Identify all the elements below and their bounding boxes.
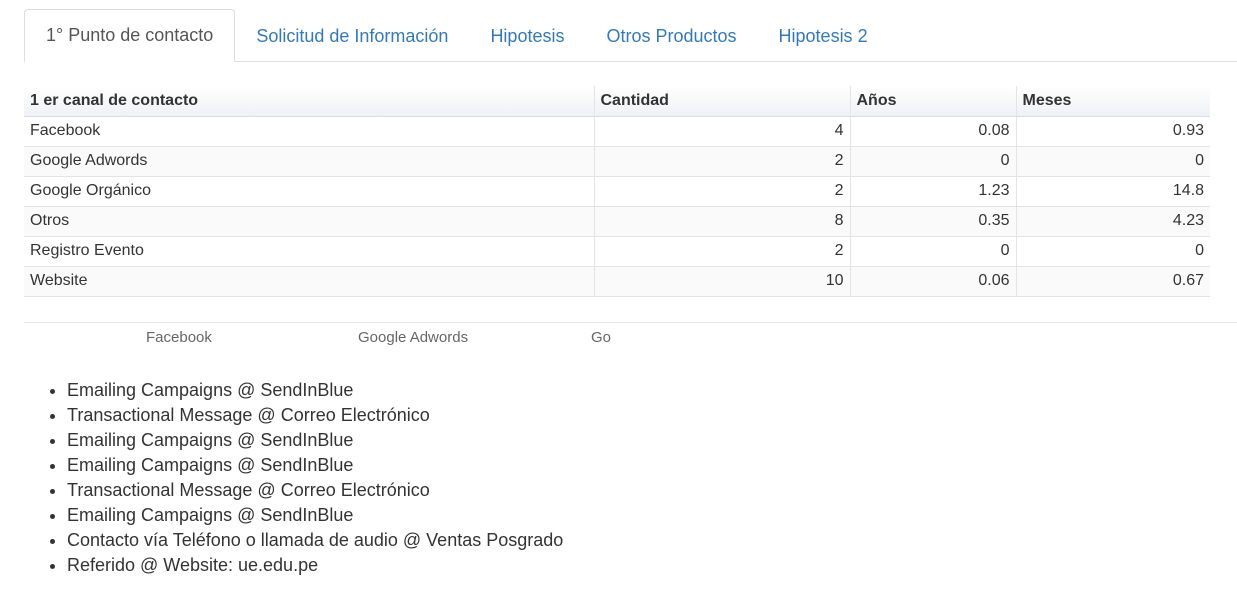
tab-hipotesis[interactable]: Hipotesis <box>469 10 585 62</box>
list-item: Emailing Campaigns @ SendInBlue <box>67 453 563 478</box>
list-item: Transactional Message @ Correo Electróni… <box>67 403 563 428</box>
table-row: Google Adwords 2 0 0 <box>24 146 1210 177</box>
cell-canal: Website <box>24 266 595 297</box>
tab-solicitud-de-informacion[interactable]: Solicitud de Información <box>235 10 469 62</box>
table-row: Registro Evento 2 0 0 <box>24 236 1210 267</box>
list-item: Emailing Campaigns @ SendInBlue <box>67 503 563 528</box>
list-item: Transactional Message @ Correo Electróni… <box>67 478 563 503</box>
chart-axis-label: Facebook <box>146 329 212 346</box>
cell-canal: Google Adwords <box>24 146 595 177</box>
cell-meses: 4.23 <box>1016 206 1210 237</box>
tab-otros-productos[interactable]: Otros Productos <box>585 10 757 62</box>
cell-cantidad: 4 <box>594 116 851 147</box>
chart-axis-label: Go <box>591 329 612 346</box>
chart-axis-strip: Facebook Google Adwords Go <box>24 322 1237 346</box>
tab-bar: 1° Punto de contacto Solicitud de Inform… <box>24 9 1237 62</box>
list-item: Emailing Campaigns @ SendInBlue <box>67 378 563 403</box>
tab-hipotesis-2[interactable]: Hipotesis 2 <box>758 10 889 62</box>
chart-axis-label: Google Adwords <box>358 329 469 346</box>
cell-cantidad: 2 <box>594 236 851 267</box>
cell-canal: Otros <box>24 206 595 237</box>
cell-cantidad: 2 <box>594 176 851 207</box>
table-row: Facebook 4 0.08 0.93 <box>24 116 1210 147</box>
table-row: Website 10 0.06 0.67 <box>24 266 1210 297</box>
cell-canal: Registro Evento <box>24 236 595 267</box>
column-header-anos: Años <box>850 86 1017 117</box>
table-row: Google Orgánico 2 1.23 14.8 <box>24 176 1210 207</box>
cell-meses: 0 <box>1016 236 1210 267</box>
column-header-cantidad: Cantidad <box>594 86 851 117</box>
list-item: Emailing Campaigns @ SendInBlue <box>67 428 563 453</box>
cell-anos: 1.23 <box>850 176 1017 207</box>
tab-punto-de-contacto[interactable]: 1° Punto de contacto <box>24 9 236 62</box>
list-item: Referido @ Website: ue.edu.pe <box>67 553 563 578</box>
cell-meses: 14.8 <box>1016 176 1210 207</box>
cell-cantidad: 10 <box>594 266 851 297</box>
list-item: Contacto vía Teléfono o llamada de audio… <box>67 528 563 553</box>
cell-canal: Google Orgánico <box>24 176 595 207</box>
contact-channel-table: 1 er canal de contacto Cantidad Años Mes… <box>24 86 1210 297</box>
cell-cantidad: 2 <box>594 146 851 177</box>
column-header-meses: Meses <box>1016 86 1210 117</box>
cell-anos: 0.35 <box>850 206 1017 237</box>
table-header-row: 1 er canal de contacto Cantidad Años Mes… <box>24 86 1210 117</box>
table-row: Otros 8 0.35 4.23 <box>24 206 1210 237</box>
contact-events-list: Emailing Campaigns @ SendInBlue Transact… <box>24 378 563 578</box>
cell-cantidad: 8 <box>594 206 851 237</box>
cell-anos: 0 <box>850 236 1017 267</box>
cell-anos: 0.06 <box>850 266 1017 297</box>
cell-canal: Facebook <box>24 116 595 147</box>
cell-meses: 0.93 <box>1016 116 1210 147</box>
column-header-canal: 1 er canal de contacto <box>24 86 595 117</box>
cell-meses: 0.67 <box>1016 266 1210 297</box>
cell-anos: 0 <box>850 146 1017 177</box>
cell-anos: 0.08 <box>850 116 1017 147</box>
cell-meses: 0 <box>1016 146 1210 177</box>
